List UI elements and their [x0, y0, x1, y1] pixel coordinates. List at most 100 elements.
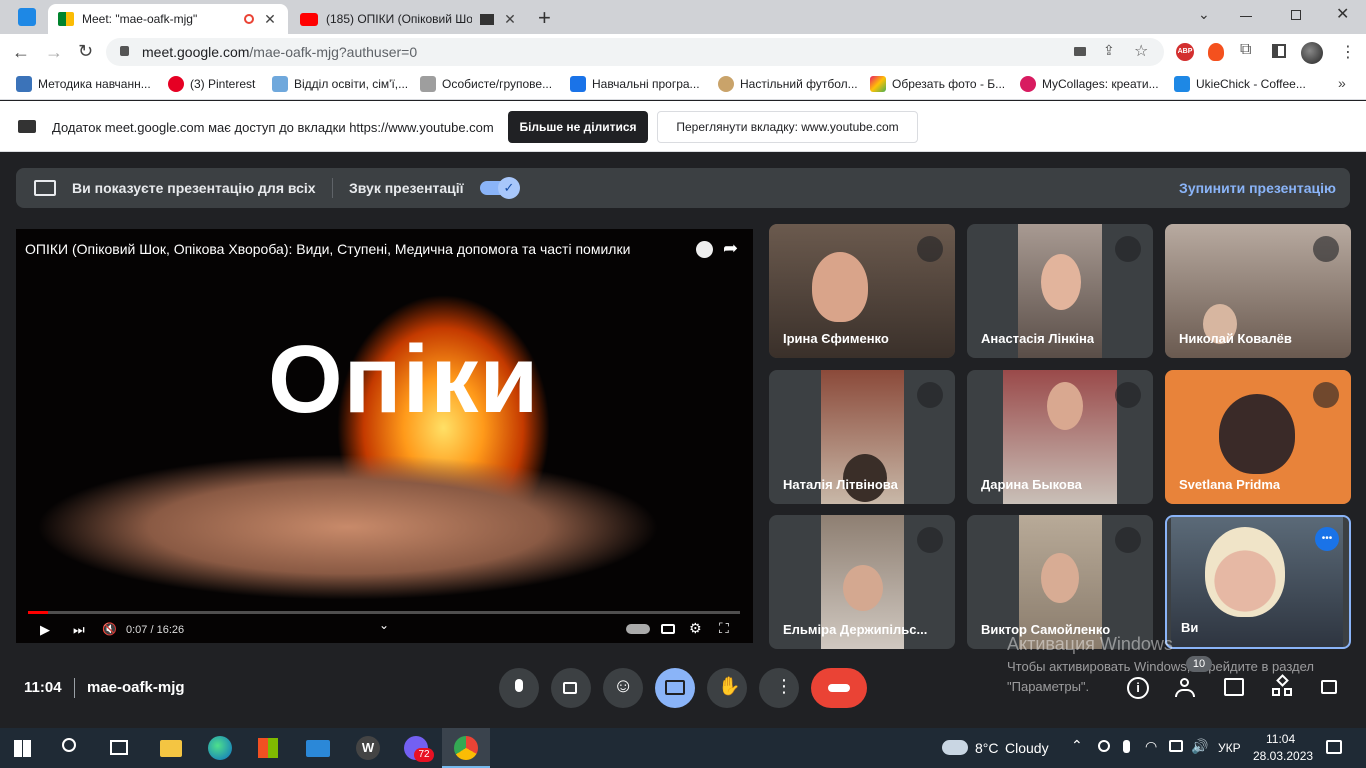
play-icon[interactable]: ▶ [40, 622, 50, 638]
autoplay-toggle[interactable] [626, 624, 650, 634]
present-button[interactable] [655, 668, 695, 708]
settings-gear-icon[interactable]: ⚙ [689, 620, 702, 637]
view-tab-button[interactable]: Переглянути вкладку: www.youtube.com [657, 111, 918, 143]
tray-mic-icon[interactable] [1123, 740, 1130, 753]
participant-tile[interactable]: Ірина Єфименко [769, 224, 955, 358]
new-tab-button[interactable]: + [538, 5, 551, 31]
leave-call-button[interactable] [811, 668, 867, 708]
participant-tile[interactable]: Анастасія Лінкіна [967, 224, 1153, 358]
chrome-menu-icon[interactable]: ⋮ [1340, 42, 1356, 62]
restore-button[interactable] [1291, 10, 1301, 20]
tab-search-chevron-icon[interactable]: ⌄ [1198, 6, 1210, 23]
ms-store-icon[interactable] [258, 738, 278, 758]
participant-tile[interactable]: Дарина Быкова [967, 370, 1153, 504]
input-language[interactable]: УКР [1218, 741, 1241, 755]
bookmark-item[interactable]: Навчальні програ... [570, 76, 700, 92]
mic-button[interactable] [499, 668, 539, 708]
network-icon[interactable] [1169, 740, 1183, 752]
notifications-icon[interactable] [1326, 740, 1342, 754]
clock-date[interactable]: 28.03.2023 [1253, 749, 1313, 763]
activities-icon[interactable] [1272, 674, 1294, 698]
forward-icon[interactable]: → [45, 42, 63, 63]
windows-start-icon[interactable] [14, 740, 31, 757]
participant-name: Svetlana Pridma [1179, 477, 1281, 492]
fullscreen-icon[interactable]: ⛶ [719, 620, 729, 637]
app-w-icon[interactable]: W [356, 736, 380, 760]
bookmark-star-icon[interactable]: ☆ [1134, 41, 1148, 61]
info-icon[interactable]: i [1127, 677, 1149, 699]
chevron-down-icon[interactable]: ⌄ [379, 618, 389, 632]
task-view-icon[interactable] [110, 740, 128, 755]
host-controls-lock-icon[interactable] [1321, 680, 1337, 694]
extensions-puzzle-icon[interactable]: ⧉ [1240, 41, 1251, 59]
reload-icon[interactable]: ↻ [78, 41, 93, 62]
mail-icon[interactable] [306, 740, 330, 757]
weather-cloud-icon[interactable] [942, 740, 968, 755]
bookmark-item[interactable]: Відділ освіти, сім'ї,... [272, 76, 408, 92]
weather-text[interactable]: Cloudy [1005, 740, 1049, 756]
raise-hand-button[interactable]: ✋ [707, 668, 747, 708]
reactions-button[interactable]: ☺ [603, 668, 643, 708]
address-bar[interactable]: meet.google.com/mae-oafk-mjg?authuser=0 … [106, 38, 1164, 66]
close-tab-icon[interactable]: ✕ [262, 11, 278, 28]
recording-dot-icon [244, 14, 254, 24]
back-icon[interactable]: ← [12, 42, 30, 63]
extension-fire-icon[interactable] [1208, 43, 1224, 61]
bookmark-item[interactable]: (3) Pinterest [168, 76, 255, 92]
chrome-taskbar-button[interactable] [442, 728, 490, 768]
participant-tile[interactable]: Ельміра Держипільс... [769, 515, 955, 649]
participant-tile[interactable]: Виктор Самойленко [967, 515, 1153, 649]
volume-muted-icon[interactable]: 🔇 [102, 622, 117, 636]
participant-face [812, 252, 868, 322]
tab-youtube[interactable]: (185) ОПІКИ (Опіковий Шок ✕ [290, 4, 528, 34]
bookmark-item[interactable]: UkieChick - Coffee... [1174, 76, 1306, 92]
more-options-button[interactable]: ⋮ [759, 668, 799, 708]
file-explorer-icon[interactable] [160, 740, 182, 757]
camera-icon[interactable] [1074, 47, 1086, 56]
participant-tile[interactable]: Svetlana Pridma [1165, 370, 1351, 504]
side-panel-icon[interactable] [1272, 44, 1286, 58]
profile-avatar[interactable] [1301, 42, 1323, 64]
people-icon[interactable] [1174, 678, 1198, 698]
participant-tile[interactable]: Николай Ковалёв [1165, 224, 1351, 358]
subtitles-icon[interactable] [661, 624, 675, 634]
close-tab-icon[interactable]: ✕ [502, 11, 518, 28]
share-icon[interactable]: ⇪ [1103, 42, 1115, 59]
clock-time[interactable]: 11:04 [1266, 732, 1295, 746]
close-window-button[interactable]: ✕ [1336, 4, 1349, 24]
chat-icon[interactable] [1224, 678, 1244, 696]
bookmark-item[interactable]: Особисте/групове... [420, 76, 552, 92]
next-icon[interactable]: ⏭ [73, 622, 85, 638]
camera-button[interactable] [551, 668, 591, 708]
bookmarks-overflow-icon[interactable]: » [1338, 75, 1346, 91]
tab-search-icon[interactable] [18, 8, 36, 26]
participant-count-badge: 10 [1186, 656, 1212, 672]
participant-tile[interactable]: Наталія Літвінова [769, 370, 955, 504]
adblock-icon[interactable]: ABP [1176, 43, 1194, 61]
youtube-icon [300, 12, 318, 26]
share-arrow-icon[interactable]: ➦ [723, 238, 738, 259]
bookmark-item[interactable]: Настільний футбол... [718, 76, 858, 92]
stop-presenting-link[interactable]: Зупинити презентацію [1179, 180, 1336, 196]
edge-icon[interactable] [208, 736, 232, 760]
audio-toggle[interactable]: ✓ [480, 177, 520, 199]
bookmark-item[interactable]: Обрезать фото - Б... [870, 76, 1005, 92]
wifi-icon[interactable]: ◠ [1145, 738, 1157, 755]
tray-app-icon[interactable] [1098, 740, 1110, 752]
participant-tile-self[interactable]: ••• Ви [1165, 515, 1351, 649]
presented-video[interactable]: ОПІКИ (Опіковий Шок, Опікова Хвороба): В… [16, 229, 753, 643]
volume-icon[interactable]: 🔊 [1191, 738, 1208, 755]
video-progress-track[interactable] [28, 611, 740, 614]
bookmark-item[interactable]: MyCollages: креати... [1020, 76, 1159, 92]
search-icon[interactable] [62, 738, 76, 752]
tab-meet[interactable]: Meet: "mae-oafk-mjg" ✕ [48, 4, 288, 34]
meeting-time: 11:04 [24, 679, 62, 696]
watch-later-icon[interactable] [696, 241, 713, 258]
minimize-button[interactable] [1240, 16, 1252, 17]
tray-chevron-icon[interactable]: ⌃ [1071, 737, 1083, 754]
bookmark-item[interactable]: Методика навчанн... [16, 76, 151, 92]
viber-icon[interactable]: 72 [404, 736, 434, 762]
weather-temp[interactable]: 8°C [975, 740, 999, 756]
stop-sharing-button[interactable]: Більше не ділитися [508, 111, 648, 143]
check-icon: ✓ [498, 177, 520, 199]
